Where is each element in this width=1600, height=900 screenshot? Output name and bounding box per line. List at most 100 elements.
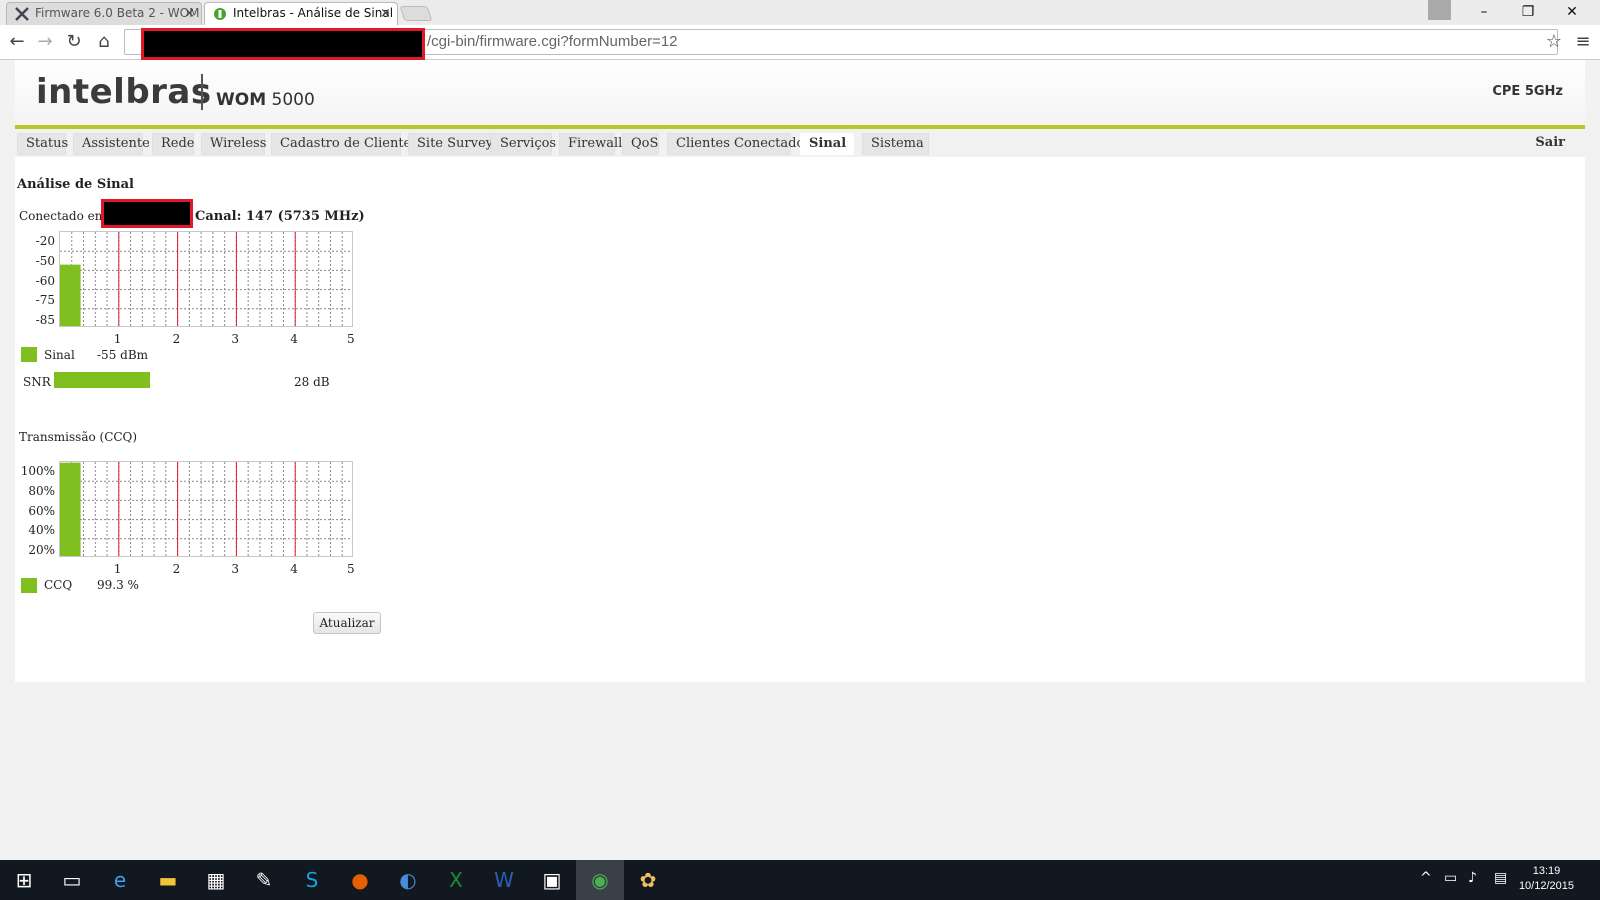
ccq-ytick-label: 80% xyxy=(28,483,55,498)
signal-ytick-label: -20 xyxy=(35,234,55,248)
nav-tab-sinal[interactable]: Sinal xyxy=(800,133,854,155)
vertical-scrollbar[interactable] xyxy=(1585,60,1600,842)
ccq-ytick-label: 20% xyxy=(28,543,55,558)
logout-link[interactable]: Sair xyxy=(1535,135,1565,150)
snr-label: SNR xyxy=(23,375,51,389)
browser-toolbar: ← → ↻ ⌂ /cgi-bin/firmware.cgi?formNumber… xyxy=(0,25,1600,60)
thunderbird-icon[interactable]: ◐ xyxy=(384,860,432,900)
tab-signal-analysis[interactable]: Intelbras - Análise de Sinal × xyxy=(204,2,398,25)
ccq-ytick-label: 60% xyxy=(28,503,55,518)
page-title: Análise de Sinal xyxy=(17,177,134,192)
menu-icon[interactable]: ≡ xyxy=(1572,30,1594,54)
ccq-title: Transmissão (CCQ) xyxy=(19,430,138,444)
ccq-legend-swatch xyxy=(21,578,37,593)
snr-bar xyxy=(54,372,150,388)
signal-bar xyxy=(60,264,81,326)
nav-tab-rede[interactable]: Rede xyxy=(152,133,195,155)
browser-tabstrip: Firmware 6.0 Beta 2 - WOM × Intelbras - … xyxy=(0,0,1600,25)
tab-close-icon[interactable]: × xyxy=(184,3,195,24)
redacted-ap xyxy=(101,199,193,228)
snr-value: 28 dB xyxy=(294,375,330,389)
ccq-xtick-label: 4 xyxy=(290,562,298,576)
signal-xtick-label: 3 xyxy=(231,332,240,346)
ccq-xtick-label: 1 xyxy=(113,562,122,576)
signal-xtick-label: 1 xyxy=(113,332,122,346)
bookmark-star-icon[interactable]: ☆ xyxy=(1543,30,1565,54)
skype-icon[interactable]: S xyxy=(288,860,336,900)
chrome-icon[interactable]: ◉ xyxy=(576,860,624,900)
content-area: Análise de Sinal Conectado em Canal: 147… xyxy=(15,157,1585,682)
main-nav: Status Assistente Rede Wireless Cadastro de … xyxy=(15,129,1585,157)
store-icon[interactable]: ▦ xyxy=(192,860,240,900)
device-model: WOM 5000 xyxy=(216,90,315,110)
new-tab-button[interactable] xyxy=(399,6,433,21)
device-type: CPE 5GHz xyxy=(1492,84,1563,99)
file-explorer-icon[interactable]: ▬ xyxy=(144,860,192,900)
connected-label: Conectado em xyxy=(19,209,107,223)
paint-icon[interactable]: ✿ xyxy=(624,860,672,900)
word-icon[interactable]: W xyxy=(480,860,528,900)
excel-icon[interactable]: X xyxy=(432,860,480,900)
nav-tab-wireless[interactable]: Wireless xyxy=(201,133,266,155)
nav-tab-firewall[interactable]: Firewall xyxy=(559,133,622,155)
channel-info: Canal: 147 (5735 MHz) xyxy=(195,209,365,224)
url-text[interactable]: /cgi-bin/firmware.cgi?formNumber=12 xyxy=(427,33,678,50)
ccq-svg xyxy=(60,462,352,556)
back-icon[interactable]: ← xyxy=(6,30,28,54)
ccq-xtick-label: 2 xyxy=(172,562,181,576)
tab-firmware[interactable]: Firmware 6.0 Beta 2 - WOM × xyxy=(6,2,202,25)
nav-tab-cadastro-de-clientes[interactable]: Cadastro de Clientes xyxy=(271,133,418,155)
clock-time: 13:19 xyxy=(1532,865,1561,877)
router-page: intelbras WOM 5000 CPE 5GHz Status Assist… xyxy=(15,60,1585,682)
nav-tab-qos[interactable]: QoS xyxy=(622,133,659,155)
task-view-icon[interactable]: ▭ xyxy=(48,860,96,900)
signal-xtick-label: 2 xyxy=(172,332,181,346)
windows-taskbar: ^ ▭ ♪ ▤ 13:19 10/12/2015 ⊞ ▭ e ▬ ▦ ✎ S ● ◐ X W ▣ ◉ ✿ xyxy=(0,860,1600,900)
ccq-xtick-label: 5 xyxy=(347,562,355,576)
clock[interactable]: 13:19 10/12/2015 xyxy=(1519,864,1574,894)
nav-tab-sistema[interactable]: Sistema xyxy=(862,133,929,155)
minimize-button[interactable]: – xyxy=(1464,0,1504,25)
ccq-plot-area xyxy=(59,461,353,557)
signal-xtick-label: 4 xyxy=(290,332,298,346)
network-icon[interactable]: ▭ xyxy=(1444,870,1457,886)
redacted-host xyxy=(141,28,425,60)
nav-tab-assistente[interactable]: Assistente xyxy=(73,133,150,155)
tools-icon[interactable]: ▣ xyxy=(528,860,576,900)
profile-icon[interactable] xyxy=(1428,0,1451,20)
signal-legend-swatch xyxy=(21,347,37,362)
ccq-value: 99.3 % xyxy=(97,578,139,592)
notifications-icon[interactable]: ▤ xyxy=(1494,870,1507,886)
nav-tab-status[interactable]: Status xyxy=(17,133,68,155)
forward-icon[interactable]: → xyxy=(34,30,56,54)
close-window-button[interactable]: ✕ xyxy=(1552,0,1592,25)
nav-tab-servi-os[interactable]: Serviços xyxy=(491,133,556,155)
signal-plot-area xyxy=(59,231,353,327)
home-icon[interactable]: ⌂ xyxy=(93,30,115,54)
show-hidden-icons[interactable]: ^ xyxy=(1420,870,1432,886)
ccq-ytick-label: 40% xyxy=(28,523,55,538)
notes-icon[interactable]: ✎ xyxy=(240,860,288,900)
ccq-ytick-label: 100% xyxy=(20,464,55,478)
signal-ytick-label: -75 xyxy=(35,293,55,308)
nav-tab-clientes-conectados[interactable]: Clientes Conectados xyxy=(667,133,811,155)
signal-xtick-label: 5 xyxy=(347,332,355,346)
page-header: intelbras WOM 5000 CPE 5GHz xyxy=(15,60,1585,125)
volume-icon[interactable]: ♪ xyxy=(1468,870,1477,886)
ccq-xtick-label: 3 xyxy=(231,562,240,576)
nav-tab-site-survey[interactable]: Site Survey xyxy=(408,133,494,155)
tab-title: Firmware 6.0 Beta 2 - WOM xyxy=(35,6,200,20)
signal-value: -55 dBm xyxy=(97,348,149,362)
tab-close-icon[interactable]: × xyxy=(380,3,391,24)
signal-svg xyxy=(60,232,352,326)
signal-legend-label: Sinal xyxy=(44,348,75,362)
edge-icon[interactable]: e xyxy=(96,860,144,900)
ccq-legend-label: CCQ xyxy=(44,578,73,592)
reload-icon[interactable]: ↻ xyxy=(63,30,85,54)
start-icon[interactable]: ⊞ xyxy=(0,860,48,900)
clock-date: 10/12/2015 xyxy=(1518,880,1574,892)
refresh-button[interactable]: Atualizar xyxy=(313,612,381,634)
ccq-bar xyxy=(60,462,81,556)
restore-button[interactable]: ❐ xyxy=(1508,0,1548,25)
firefox-icon[interactable]: ● xyxy=(336,860,384,900)
